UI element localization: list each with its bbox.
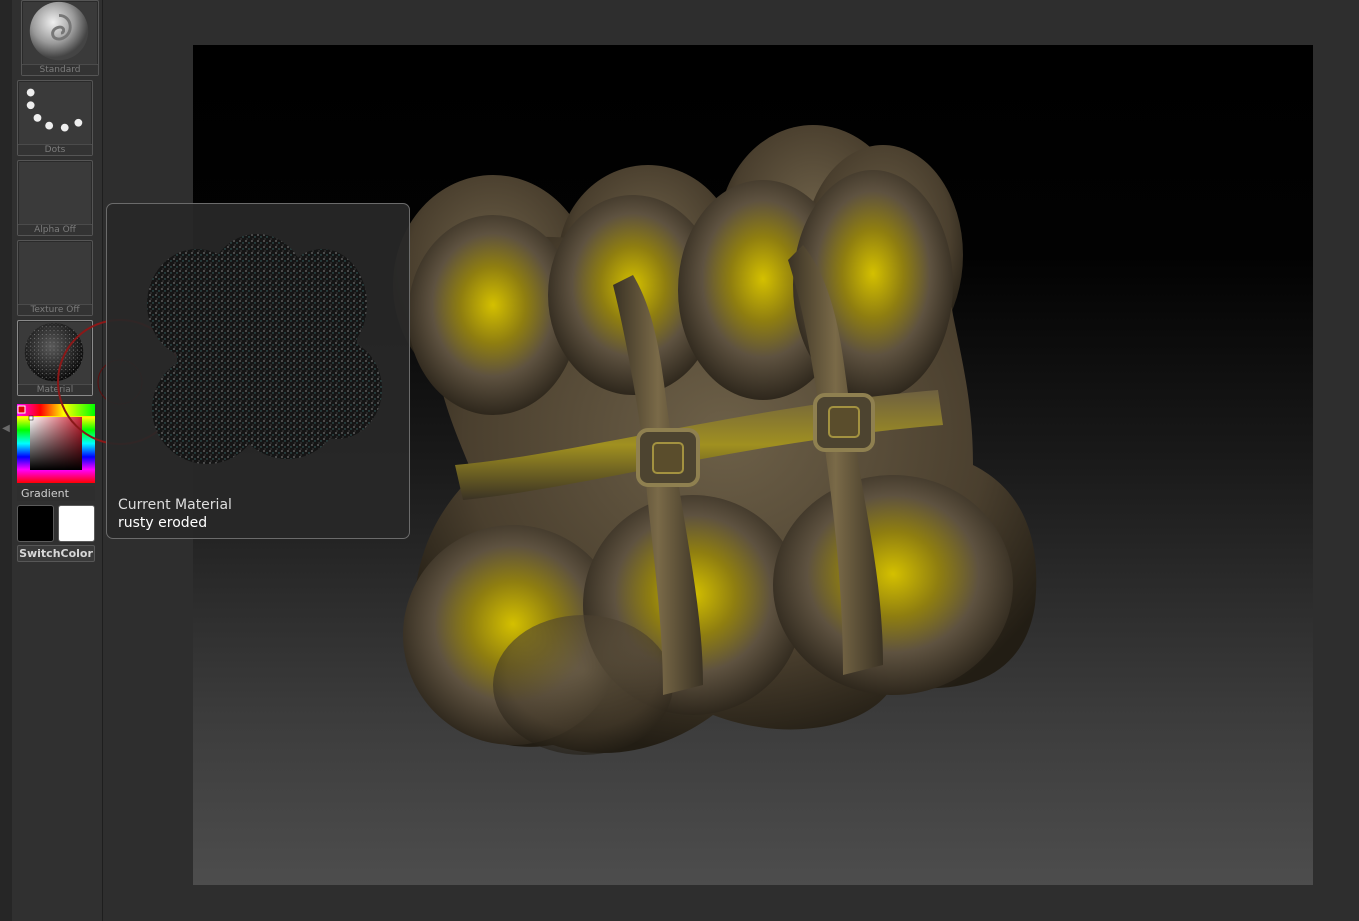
- left-shelf: Standard Dots Alpha Off Texture Off Mate…: [12, 0, 103, 921]
- material-tooltip: Current Material rusty eroded: [106, 203, 410, 539]
- dots-stroke-icon: [26, 88, 83, 132]
- stroke-button[interactable]: Dots: [17, 80, 93, 156]
- texture-button[interactable]: Texture Off: [17, 240, 93, 316]
- stroke-label: Dots: [18, 144, 92, 155]
- texture-label: Texture Off: [18, 304, 92, 315]
- secondary-color-swatch[interactable]: [58, 505, 95, 542]
- alpha-button[interactable]: Alpha Off: [17, 160, 93, 236]
- standard-brush-icon: [29, 1, 89, 61]
- gradient-toggle[interactable]: Gradient: [17, 486, 95, 501]
- tooltip-title: Current Material: [118, 497, 232, 513]
- primary-color-swatch[interactable]: [17, 505, 54, 542]
- brush-button[interactable]: Standard: [21, 0, 99, 76]
- tooltip-material-name: rusty eroded: [118, 515, 208, 531]
- switch-color-button[interactable]: SwitchColor: [17, 545, 95, 562]
- brush-label: Standard: [22, 64, 98, 75]
- alpha-label: Alpha Off: [18, 224, 92, 235]
- tray-toggle-icon[interactable]: ◀: [2, 418, 10, 440]
- material-preview-image: [147, 234, 382, 464]
